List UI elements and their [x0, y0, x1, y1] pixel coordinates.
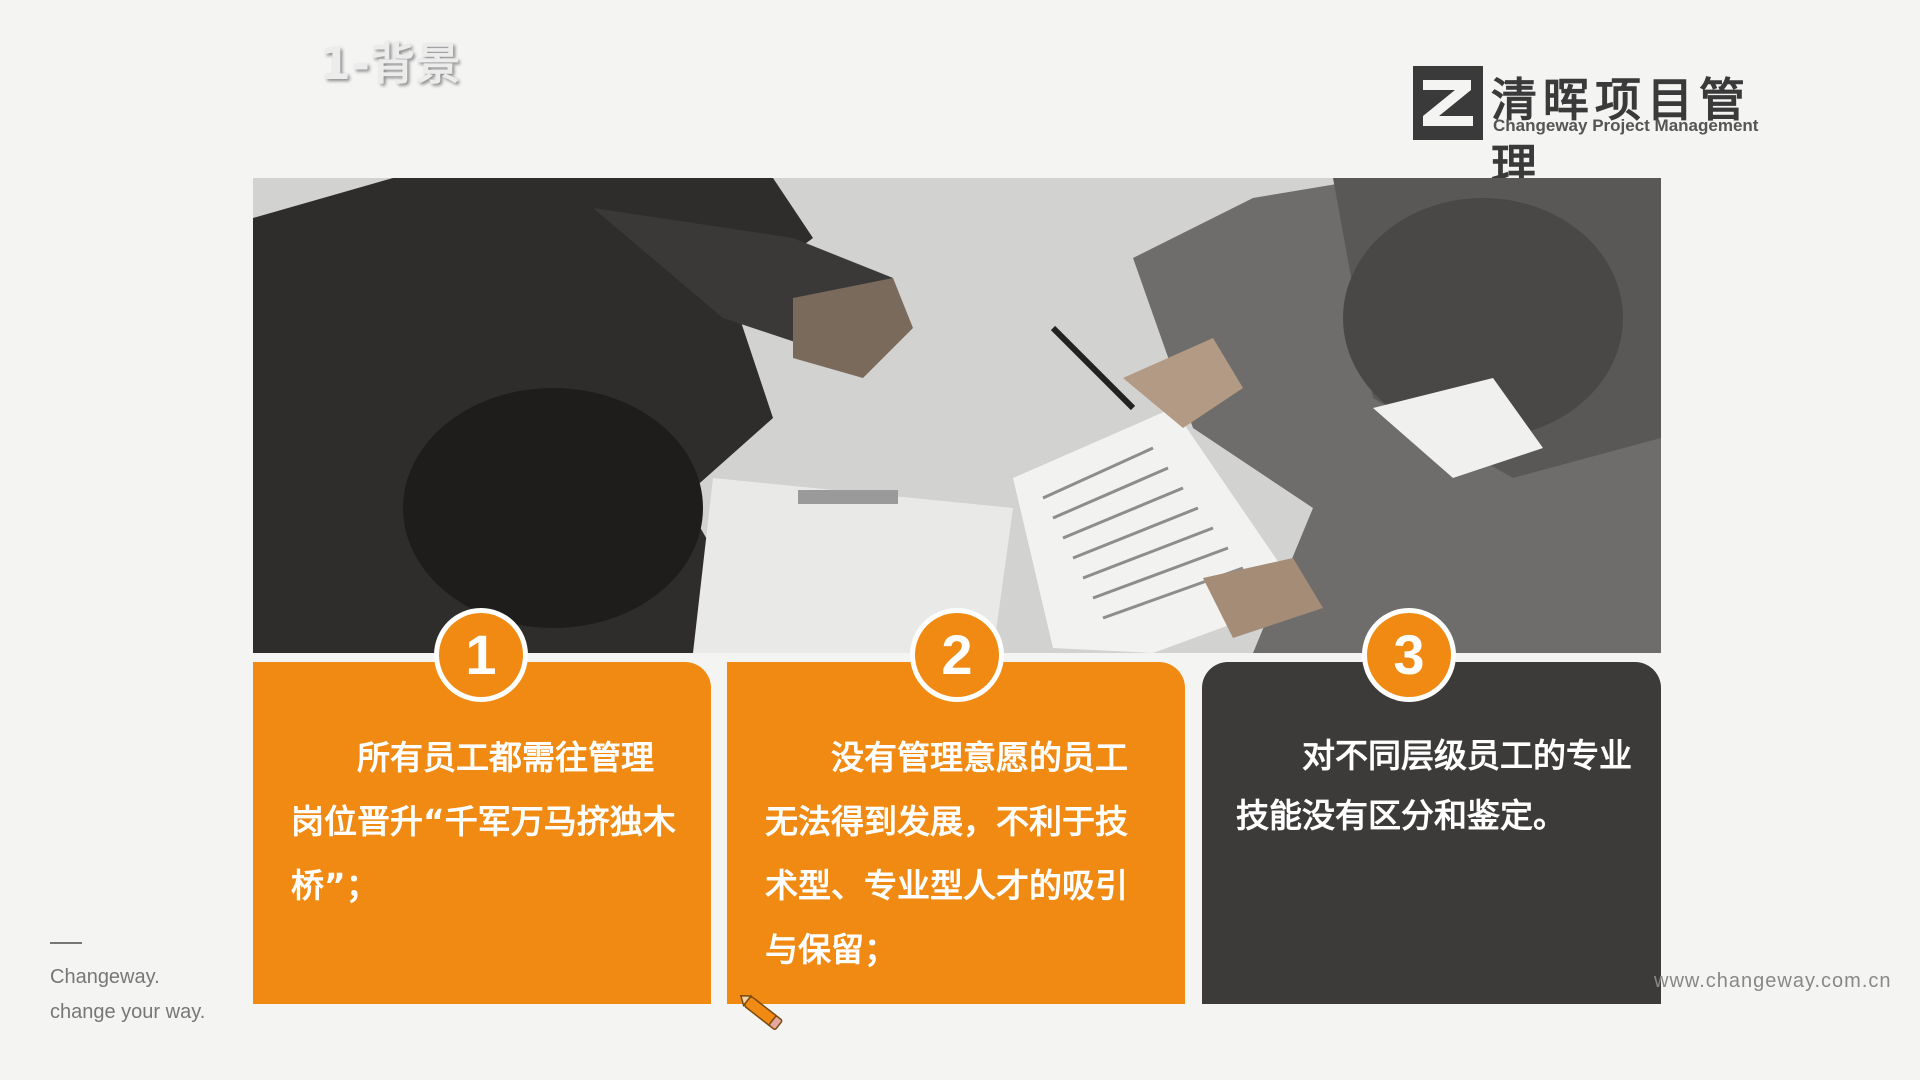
footer-divider	[50, 942, 82, 944]
slide-title: 1-背景	[320, 39, 461, 90]
business-meeting-photo	[253, 178, 1661, 653]
reason-card-3: 对不同层级员工的专业技能没有区分和鉴定。	[1202, 662, 1661, 1004]
reason-card-text: 对不同层级员工的专业技能没有区分和鉴定。	[1236, 736, 1632, 835]
badge-number: 3	[1367, 613, 1451, 697]
logo-name-en: Changeway Project Management	[1493, 116, 1759, 135]
footer-slogan: change your way.	[50, 1001, 206, 1023]
pencil-cursor-icon	[739, 994, 783, 1030]
badge-number: 1	[439, 613, 523, 697]
reason-card-1: 所有员工都需往管理岗位晋升“千军万马挤独木桥”；	[253, 662, 711, 1004]
changeway-logo-icon	[1413, 66, 1483, 140]
footer-url: www.changeway.com.cn	[1654, 970, 1892, 992]
number-badge-3: 3	[1362, 608, 1456, 702]
footer-brand: Changeway.	[50, 966, 160, 988]
number-badge-1: 1	[434, 608, 528, 702]
reason-card-text: 所有员工都需往管理岗位晋升“千军万马挤独木桥”；	[291, 738, 676, 905]
company-logo: 清晖项目管理 Changeway Project Management	[1413, 62, 1773, 193]
reason-card-2: 没有管理意愿的员工无法得到发展，不利于技术型、专业型人才的吸引与保留；	[727, 662, 1185, 1004]
number-badge-2: 2	[910, 608, 1004, 702]
slide: 1-背景 清晖项目管理 Changeway Project Management	[0, 0, 1920, 1080]
reason-card-text: 没有管理意愿的员工无法得到发展，不利于技术型、专业型人才的吸引与保留；	[765, 738, 1128, 969]
badge-number: 2	[915, 613, 999, 697]
